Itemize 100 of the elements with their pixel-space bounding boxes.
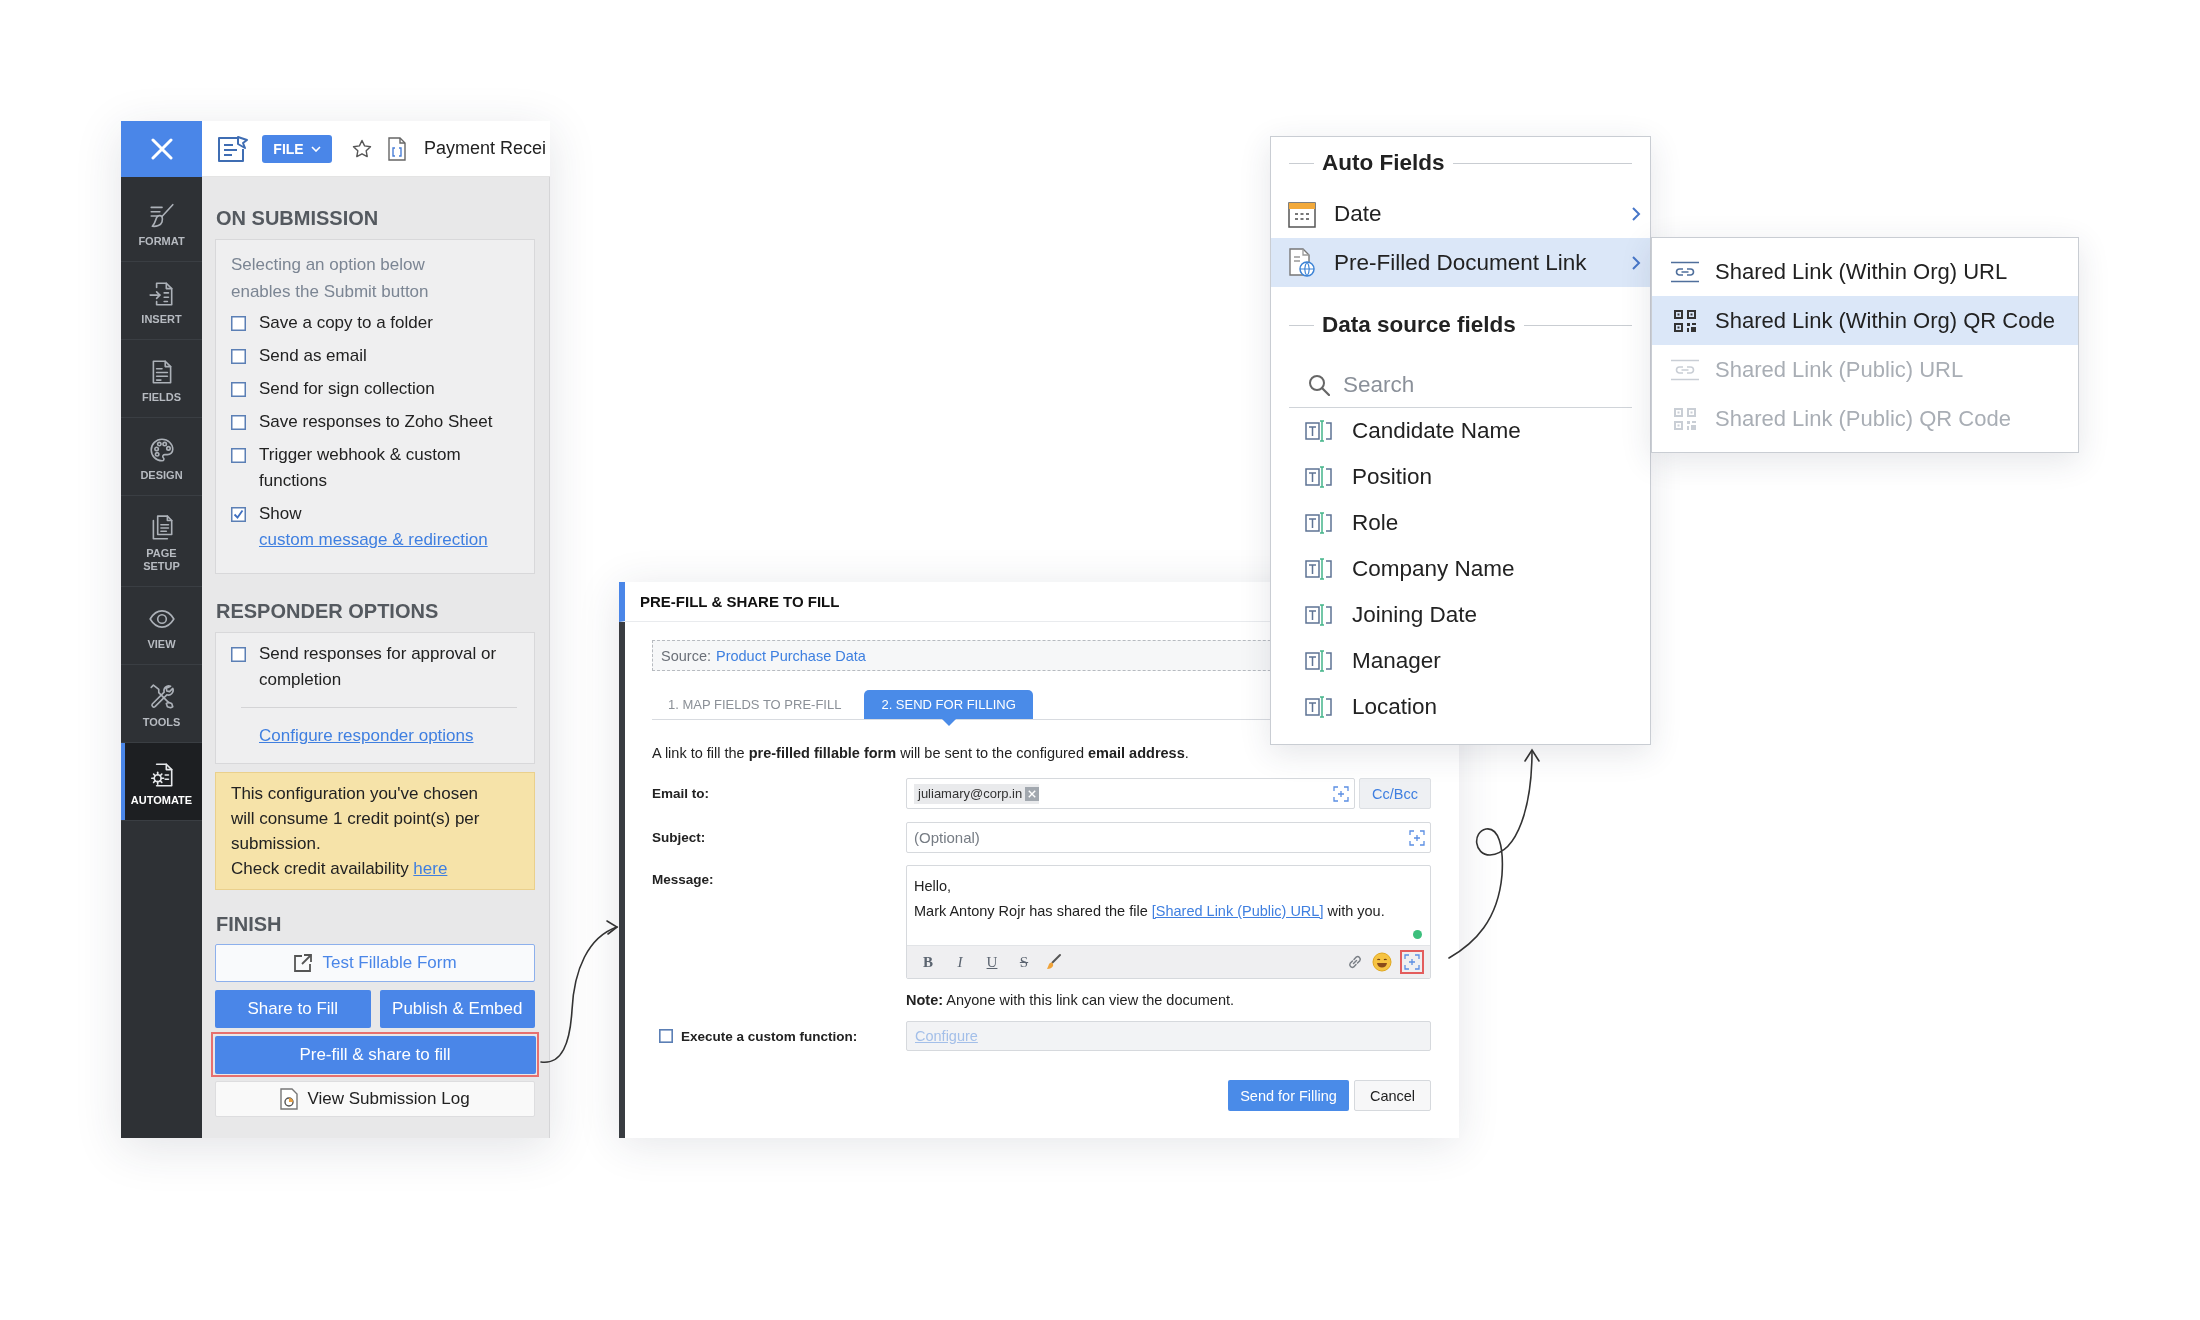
- action-button[interactable]: View Submission Log: [215, 1081, 535, 1117]
- sidebar-item[interactable]: AUTOMATE: [121, 743, 202, 821]
- field-label: Message:: [652, 872, 715, 887]
- menu-item[interactable]: Manager: [1271, 638, 1650, 684]
- text-field-icon: [1305, 466, 1333, 488]
- menu-item[interactable]: Pre-Filled Document Link: [1271, 238, 1650, 287]
- note-text: Note: Anyone with this link can view the document.: [906, 991, 1236, 1010]
- calendar-icon: [1288, 199, 1316, 228]
- document-title: Payment Recei: [424, 138, 547, 159]
- checkbox[interactable]: [659, 1029, 673, 1043]
- close-button[interactable]: [121, 121, 202, 177]
- bold-button[interactable]: B: [916, 950, 940, 974]
- checkbox[interactable]: [231, 315, 246, 331]
- subject-field[interactable]: (Optional): [906, 822, 1431, 853]
- note-text: This configuration you've chosen will consume 1 credit point(s) per submission.: [231, 783, 481, 855]
- menu-item[interactable]: Joining Date: [1271, 592, 1650, 638]
- option-label: Show custom message & redirection: [259, 503, 489, 551]
- text-field-icon: [1305, 604, 1333, 626]
- email-field[interactable]: juliamary@corp.in: [906, 778, 1355, 809]
- search-field[interactable]: Search: [1289, 350, 1632, 408]
- action-button[interactable]: Share to Fill: [215, 990, 371, 1028]
- brush-icon: [147, 202, 176, 230]
- document-chart-icon: [280, 1088, 299, 1110]
- insert-field-icon[interactable]: [1409, 829, 1425, 846]
- description-text: A link to fill the pre-filled fillable form will be sent to the configured email address.: [652, 744, 1190, 763]
- text-field-icon: [1305, 512, 1333, 534]
- link-icon: [1670, 358, 1700, 381]
- option-label: Send as email: [259, 345, 367, 367]
- tools-icon: [147, 683, 176, 711]
- section-heading: ON SUBMISSION: [216, 206, 380, 230]
- file-menu-button[interactable]: FILE: [262, 134, 332, 163]
- insert-field-icon: [1404, 954, 1420, 970]
- checkbox[interactable]: [231, 348, 246, 364]
- message-text: Hello,: [914, 877, 953, 896]
- text-field-icon: [1305, 558, 1333, 580]
- document-globe-icon: [1288, 247, 1316, 278]
- action-button[interactable]: Pre-fill & share to fill: [214, 1035, 536, 1074]
- menu-item[interactable]: Shared Link (Within Org) QR Code: [1652, 296, 2078, 345]
- checkbox[interactable]: [231, 381, 246, 397]
- star-icon[interactable]: [352, 138, 372, 159]
- status-dot-icon: [1413, 930, 1422, 939]
- close-icon: [150, 138, 173, 160]
- caret-icon: [310, 145, 321, 152]
- link[interactable]: [Shared Link (Public) URL]: [1151, 903, 1324, 919]
- text-field-icon: [1305, 650, 1333, 672]
- option-label: Save responses to Zoho Sheet: [259, 411, 493, 433]
- menu-item[interactable]: Company Name: [1271, 546, 1650, 592]
- document-arrow-icon: [147, 280, 176, 308]
- menu-item[interactable]: Candidate Name: [1271, 408, 1650, 454]
- emoji-icon[interactable]: [1372, 952, 1392, 972]
- menu-item[interactable]: Position: [1271, 454, 1650, 500]
- search-icon: [1308, 374, 1330, 396]
- form-icon[interactable]: [217, 134, 249, 163]
- option-label: Save a copy to a folder: [259, 312, 433, 334]
- note-text: Check credit availability here: [231, 858, 449, 880]
- remove-icon[interactable]: [1025, 786, 1040, 801]
- pointer-icon: [941, 719, 956, 726]
- checkbox[interactable]: [231, 414, 246, 430]
- italic-button[interactable]: I: [948, 950, 972, 974]
- message-editor[interactable]: Hello, Mark Antony Rojr has shared the file [Shared Link (Public) URL] with you. B I U S: [906, 865, 1431, 979]
- menu-item[interactable]: Shared Link (Within Org) URL: [1652, 247, 2078, 296]
- source-link[interactable]: Product Purchase Data: [716, 647, 866, 664]
- recipient-chip[interactable]: juliamary@corp.in: [914, 783, 1040, 804]
- menu-item[interactable]: Role: [1271, 500, 1650, 546]
- document-icon[interactable]: [388, 136, 406, 161]
- external-link-icon: [293, 953, 314, 973]
- menu-item[interactable]: Location: [1271, 684, 1650, 730]
- insert-field-icon[interactable]: [1333, 785, 1349, 802]
- link[interactable]: custom message & redirection: [259, 530, 488, 549]
- text-field-icon: [1305, 696, 1333, 718]
- field-label: Subject:: [652, 830, 707, 845]
- cancel-button[interactable]: Cancel: [1354, 1080, 1431, 1111]
- link-icon[interactable]: [1346, 953, 1364, 971]
- option-label: Send responses for approval or completion: [259, 643, 498, 691]
- text-field-icon: [1305, 420, 1333, 442]
- action-button[interactable]: Test Fillable Form: [215, 944, 535, 982]
- cc-bcc-button[interactable]: Cc/Bcc: [1359, 778, 1431, 809]
- insert-field-button[interactable]: [1400, 950, 1424, 974]
- field-label: Email to:: [652, 786, 710, 801]
- dialog-title: PRE-FILL & SHARE TO FILL: [640, 593, 840, 610]
- brush-icon[interactable]: [1044, 953, 1062, 971]
- menu-item[interactable]: Date: [1271, 189, 1650, 238]
- field-label: Execute a custom function:: [681, 1028, 858, 1044]
- action-button[interactable]: Publish & Embed: [379, 990, 535, 1028]
- option-label: Trigger webhook & custom functions: [259, 444, 462, 492]
- section-heading: FINISH: [216, 912, 283, 936]
- section-heading: Data source fields: [1322, 312, 1516, 338]
- checkbox[interactable]: [231, 646, 246, 662]
- send-button[interactable]: Send for Filling: [1228, 1080, 1349, 1111]
- message-text: Mark Antony Rojr has shared the file [Shared Link (Public) URL] with you.: [914, 902, 1386, 921]
- link-icon: [1670, 260, 1700, 283]
- option-label: Send for sign collection: [259, 378, 435, 400]
- underline-button[interactable]: U: [980, 950, 1004, 974]
- section-heading: RESPONDER OPTIONS: [216, 599, 440, 623]
- link[interactable]: Configure responder options: [259, 723, 474, 749]
- strikethrough-button[interactable]: S: [1012, 950, 1036, 974]
- hint-text: Selecting an option below enables the Submit button: [231, 254, 430, 303]
- checkbox[interactable]: [231, 506, 246, 522]
- section-heading: Auto Fields: [1322, 150, 1445, 176]
- checkbox[interactable]: [231, 447, 246, 463]
